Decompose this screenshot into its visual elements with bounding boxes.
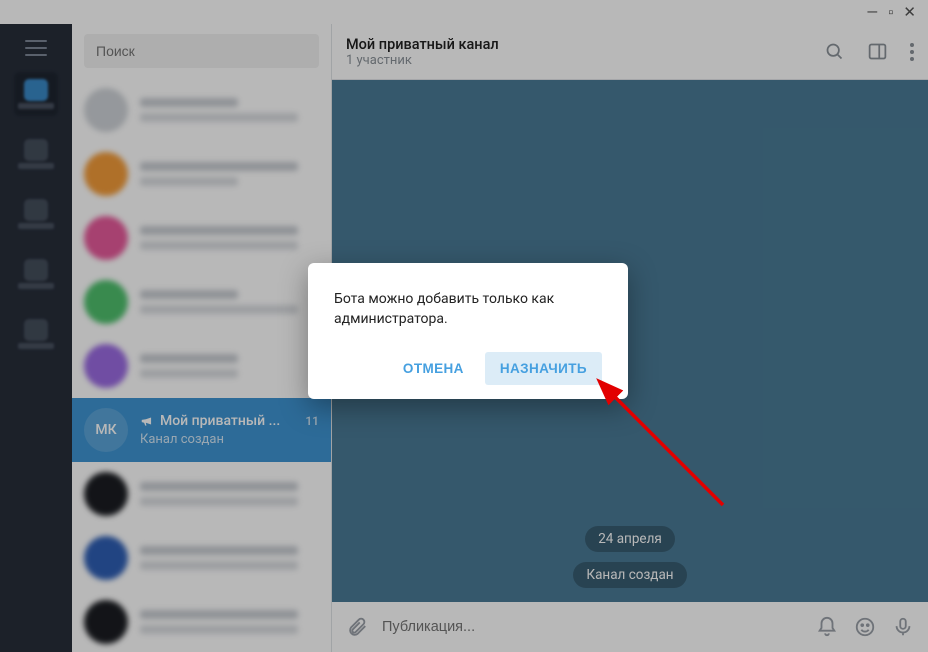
confirm-dialog: Бота можно добавить только как администр… [308, 263, 628, 399]
dialog-message: Бота можно добавить только как администр… [334, 289, 602, 330]
dialog-buttons: ОТМЕНА НАЗНАЧИТЬ [334, 352, 602, 385]
cancel-button[interactable]: ОТМЕНА [388, 352, 479, 385]
confirm-button[interactable]: НАЗНАЧИТЬ [485, 352, 602, 385]
